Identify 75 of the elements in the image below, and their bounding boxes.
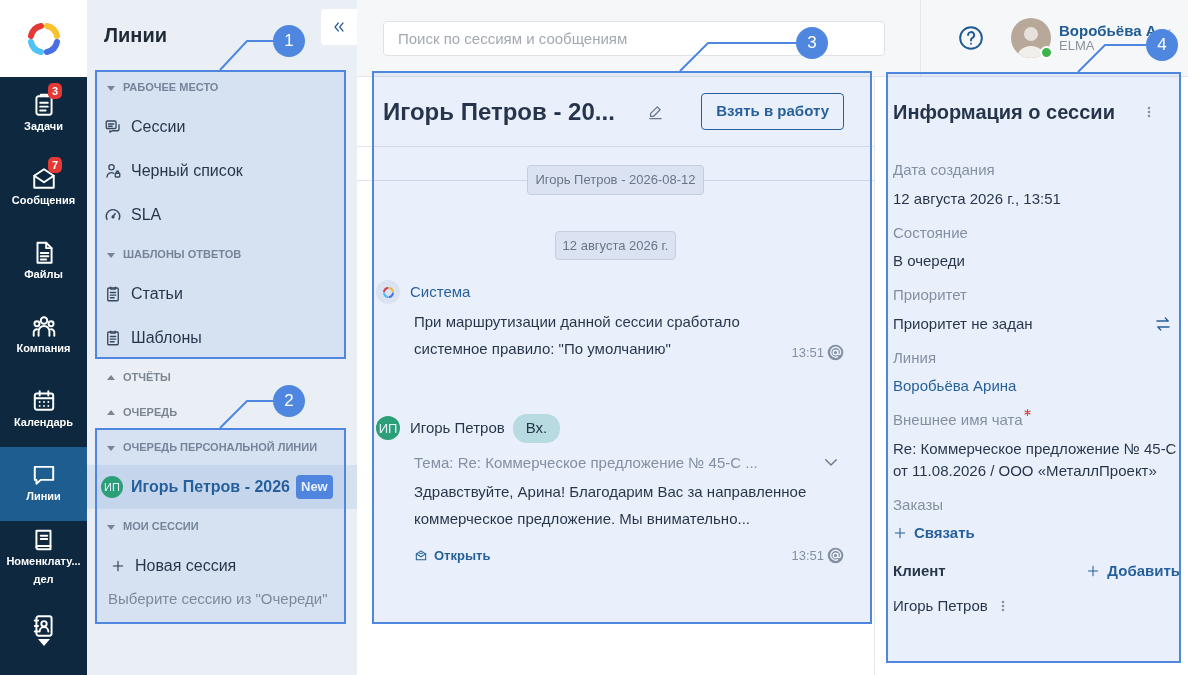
envelope-icon xyxy=(414,548,428,562)
initials-avatar: ИП xyxy=(376,416,400,441)
rail-nav-item[interactable]: Компания xyxy=(0,299,87,373)
author-name: Игорь Петров xyxy=(410,418,505,438)
leader-line xyxy=(219,400,274,429)
rail-nav-item[interactable]: Файлы xyxy=(0,225,87,299)
avatar[interactable] xyxy=(1011,18,1051,58)
take-button[interactable]: Взять в работу xyxy=(701,93,844,130)
rail-nav-item[interactable]: Линии xyxy=(0,447,87,521)
plus-icon xyxy=(111,559,125,573)
organization-name: ELMA xyxy=(1059,39,1095,54)
collapse-button[interactable] xyxy=(321,9,357,45)
hint-text: Выберите сессию из "Очереди" xyxy=(107,589,329,609)
field-label: Заказы xyxy=(893,495,944,513)
field-value: 12 августа 2026 г., 13:51 xyxy=(893,188,1061,209)
session-item[interactable]: ИП Игорь Петров - 2026 New xyxy=(87,465,357,509)
swap-icon[interactable] xyxy=(1154,314,1172,333)
field-value: В очереди xyxy=(893,251,965,271)
count-badge: 7 xyxy=(48,157,63,173)
leader-line xyxy=(219,40,274,71)
pencil-icon[interactable] xyxy=(646,103,664,120)
at-sign-icon xyxy=(827,343,844,361)
caret-icon xyxy=(107,408,115,417)
message-subject: Тема: Re: Коммерческое предложение № 45-С ... xyxy=(414,452,758,473)
message-time: 13:51 xyxy=(791,546,824,565)
new-session-button[interactable]: Новая сессия xyxy=(87,544,357,588)
add-button[interactable]: Добавить xyxy=(1086,560,1180,583)
panel-title: Информация о сессии xyxy=(893,100,1115,125)
field-value: Приоритет не задан xyxy=(893,313,1033,334)
plus-icon xyxy=(1086,564,1101,579)
section-heading: Клиент xyxy=(893,561,946,581)
rail-nav-item[interactable]: Сообщения 7 xyxy=(0,151,87,225)
caret-icon xyxy=(107,250,115,259)
direction-tag: Вх. xyxy=(512,414,561,443)
caret-icon xyxy=(107,522,115,531)
sidebar-title: Линии xyxy=(103,23,167,48)
caret-icon xyxy=(107,373,115,382)
at-sign-icon xyxy=(827,546,844,564)
menu-item[interactable]: Статьи xyxy=(87,272,357,316)
menu-item[interactable]: Сессии xyxy=(87,105,357,149)
message-time: 13:51 xyxy=(791,343,824,362)
caret-icon[interactable] xyxy=(37,639,50,647)
caret-icon xyxy=(107,83,115,92)
session-chip: Игорь Петров - 2026-08-12 xyxy=(527,165,704,195)
link-button[interactable]: Связать xyxy=(893,522,975,544)
message-text: При маршрутизации данной сессии сработало системное правило: "По умолчанию" xyxy=(413,312,741,359)
client-name: Игорь Петров xyxy=(893,595,988,616)
author-name[interactable]: Система xyxy=(410,280,471,304)
user-lock-icon xyxy=(104,162,122,180)
open-link[interactable]: Открыть xyxy=(414,541,491,569)
menu-item[interactable]: SLA xyxy=(87,193,357,237)
menu-item[interactable]: Шаблоны xyxy=(87,316,357,360)
field-label: Состояние xyxy=(893,223,968,241)
rail-nav-item[interactable]: Задачи 3 xyxy=(0,77,87,151)
date-chip: 12 августа 2026 г. xyxy=(554,230,677,260)
help-icon[interactable] xyxy=(958,25,984,51)
caret-icon xyxy=(107,443,115,452)
field-value: Re: Коммерческое предложение № 45-С от 11.08.2026 / ООО «МеталлПроект» xyxy=(893,438,1178,481)
field-label: Линия xyxy=(893,348,936,366)
field-label: Дата создания xyxy=(893,161,995,178)
session-title: Игорь Петров - 20... xyxy=(383,96,615,127)
field-label: Приоритет xyxy=(893,286,967,303)
count-badge: 3 xyxy=(48,83,63,99)
clipboard-icon xyxy=(104,285,122,303)
rail-nav-item[interactable]: Номенклату... дел xyxy=(0,521,87,595)
message-text: Здравствуйте, Арина! Благодарим Вас за направленное коммерческое предложение. Мы внимательно... xyxy=(413,481,808,529)
messages-icon xyxy=(104,118,122,136)
line-link[interactable]: Воробьёва Арина xyxy=(893,375,1017,397)
menu-item[interactable]: Черный список xyxy=(87,149,357,193)
plus-icon xyxy=(893,526,907,540)
clipboard-icon xyxy=(104,329,122,347)
rail-nav-item[interactable]: Календарь xyxy=(0,373,87,447)
status-badge: New xyxy=(296,475,333,499)
initials-avatar: ИП xyxy=(101,476,123,498)
field-label: Внешнее имя чата xyxy=(893,411,1023,428)
